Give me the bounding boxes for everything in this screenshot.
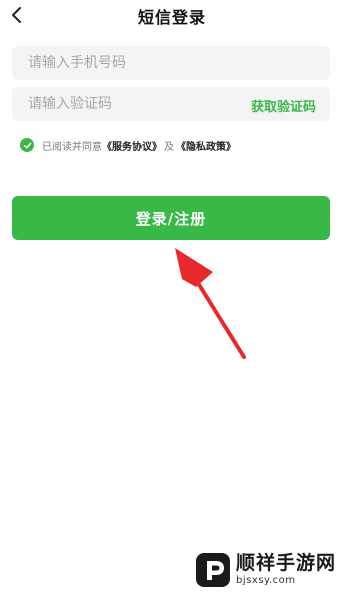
privacy-policy-link[interactable]: 《隐私政策》 (176, 138, 236, 153)
verification-code-input[interactable] (12, 87, 232, 121)
agreement-checkbox[interactable] (20, 138, 34, 152)
watermark-url: bjsxsy.com (236, 575, 296, 586)
verification-code-field: 获取验证码 (12, 87, 330, 121)
brand-logo-icon (196, 553, 230, 587)
agreement-row: 已阅读并同意 《服务协议》 及 《隐私政策》 (20, 137, 236, 153)
login-register-button[interactable]: 登录/注册 (12, 196, 330, 240)
get-code-button[interactable]: 获取验证码 (251, 96, 316, 115)
header: 短信登录 (0, 0, 344, 32)
service-agreement-link[interactable]: 《服务协议》 (102, 138, 162, 153)
watermark-title: 顺祥手游网 (236, 552, 337, 574)
phone-field (12, 46, 330, 80)
agreement-conjunction: 及 (164, 141, 174, 153)
agreement-prefix: 已阅读并同意 (42, 141, 102, 153)
check-icon (23, 142, 31, 149)
page-title: 短信登录 (137, 8, 206, 27)
watermark: 顺祥手游网 bjsxsy.com (196, 553, 336, 587)
phone-input[interactable] (12, 46, 232, 80)
